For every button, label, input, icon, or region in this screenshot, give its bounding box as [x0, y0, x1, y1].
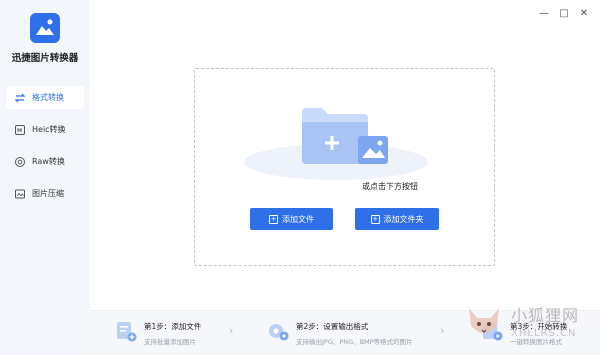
chevron-right-icon: ›: [229, 324, 234, 337]
sidebar-item-heic[interactable]: Heic转换: [6, 118, 84, 141]
sidebar-item-format-convert[interactable]: 格式转换: [6, 86, 84, 109]
sidebar-item-label: Heic转换: [32, 125, 66, 134]
app-logo-icon: [30, 13, 60, 43]
step-title: 第2步：设置输出格式: [296, 322, 369, 331]
sidebar-item-compress[interactable]: 图片压缩: [6, 182, 84, 205]
folder-plus-icon: +: [370, 214, 380, 224]
sidebar: 迅捷图片转换器 格式转换 Heic转换 Raw转换 图片压缩: [0, 0, 90, 355]
sidebar-item-label: Raw转换: [32, 157, 65, 166]
compress-icon: [13, 187, 26, 200]
settings-step-icon: [269, 324, 289, 341]
step-title: 第1步：添加文件: [144, 322, 202, 331]
chevron-right-icon: ›: [440, 324, 445, 337]
window-controls: — □ ✕: [534, 6, 594, 20]
raw-icon: [13, 155, 26, 168]
folder-image-icon: [244, 108, 428, 180]
step-desc: 支持输出JPG、PNG、BMP等格式的图片: [296, 338, 413, 346]
step-1: 第1步：添加文件 支持批量添加图片: [114, 319, 201, 346]
minimize-button[interactable]: —: [534, 6, 554, 20]
watermark-url: XHLLRS.CN: [511, 328, 577, 339]
sidebar-item-raw[interactable]: Raw转换: [6, 150, 84, 173]
heic-icon: [13, 123, 26, 136]
sidebar-item-label: 图片压缩: [32, 189, 64, 198]
close-button[interactable]: ✕: [574, 6, 594, 20]
add-folder-label: 添加文件夹: [383, 214, 424, 224]
watermark: 小狐狸网 XHLLRS.CN: [463, 292, 593, 352]
step-2: 第2步：设置输出格式 支持输出JPG、PNG、BMP等格式的图片: [266, 319, 413, 346]
add-file-label: 添加文件: [282, 214, 314, 224]
step-desc: 支持批量添加图片: [144, 338, 196, 346]
add-folder-button[interactable]: + 添加文件夹: [355, 208, 439, 230]
add-file-button[interactable]: + 添加文件: [250, 208, 333, 230]
sidebar-item-label: 格式转换: [32, 93, 64, 102]
app-title: 迅捷图片转换器: [11, 53, 79, 64]
fox-logo-icon: [469, 308, 499, 333]
watermark-title: 小狐狸网: [511, 306, 580, 325]
plus-icon: +: [269, 214, 278, 224]
drop-hint-text: 或点击下方按钮: [362, 182, 418, 191]
convert-icon: [13, 91, 26, 104]
add-file-step-icon: [117, 322, 137, 342]
restore-button[interactable]: □: [554, 6, 574, 20]
